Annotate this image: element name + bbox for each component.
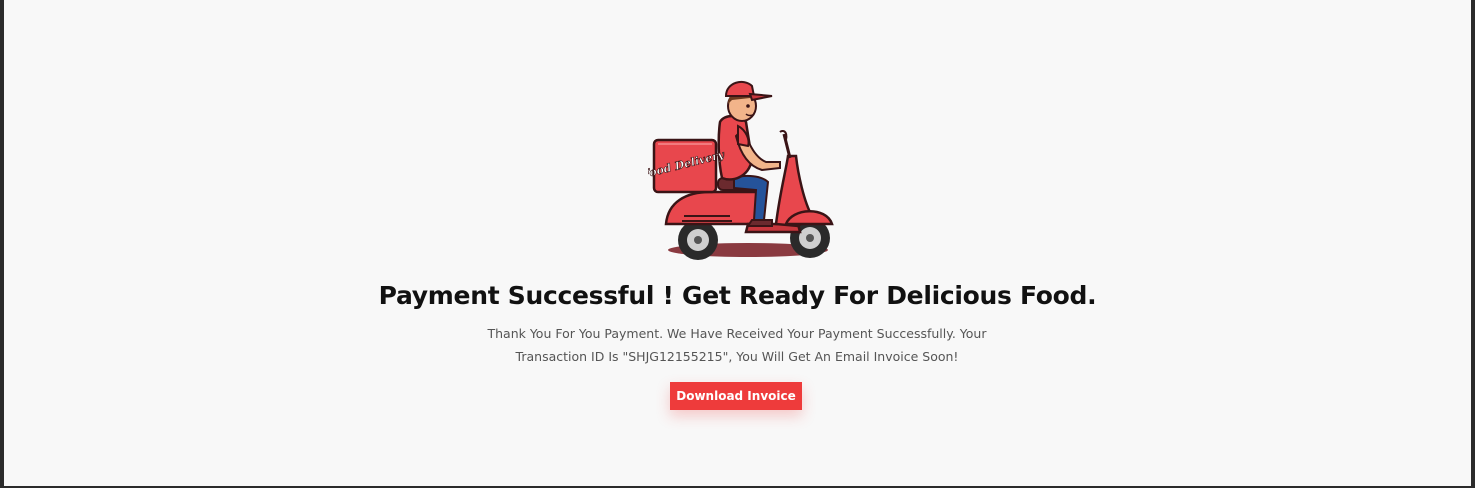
rider-head [724,80,773,122]
confirmation-message: Thank You For You Payment. We Have Recei… [487,322,987,368]
rear-wheel [678,220,718,260]
confirmation-message-line-1: Thank You For You Payment. We Have Recei… [487,326,987,341]
page-title: Payment Successful ! Get Ready For Delic… [378,281,1097,310]
download-invoice-button[interactable]: Download Invoice [670,382,802,410]
payment-success-page: Food Delivery Payment Successful ! Get R… [4,0,1471,486]
confirmation-message-line-2: Transaction ID Is "SHJG12155215", You Wi… [515,349,959,364]
delivery-scooter-illustration: Food Delivery [648,80,834,260]
